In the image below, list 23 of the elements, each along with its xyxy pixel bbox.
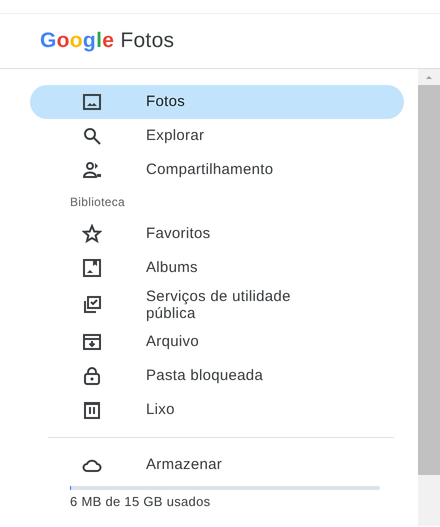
nav-item[interactable]: Lixo	[30, 393, 404, 427]
nav-item[interactable]: Armazenar	[30, 448, 404, 482]
star-icon	[82, 224, 102, 244]
trash-icon	[82, 400, 102, 420]
archive-icon	[82, 332, 102, 352]
album-icon	[82, 258, 102, 278]
nav-item[interactable]: Compartilhamento	[30, 153, 404, 187]
section-heading: Biblioteca	[70, 194, 126, 211]
checked-stack-icon	[82, 295, 102, 315]
app-logo: Google Fotos	[40, 28, 174, 54]
nav-item[interactable]: Serviços de utilidade pública	[30, 285, 404, 325]
people-icon	[82, 160, 102, 180]
nav-item[interactable]: Arquivo	[30, 325, 404, 359]
scroll-up-arrow-icon[interactable]	[424, 73, 434, 81]
storage-usage: 6 MB de 15 GB usados	[70, 494, 212, 510]
nav-item[interactable]: Fotos	[30, 85, 404, 119]
nav-item[interactable]: Explorar	[30, 119, 404, 153]
nav-item[interactable]: Favoritos	[30, 217, 404, 251]
padlock-icon	[82, 366, 102, 386]
nav-item[interactable]: Pasta bloqueada	[30, 359, 404, 393]
search-icon	[82, 126, 102, 146]
photo-icon	[82, 92, 102, 112]
nav-item[interactable]: Albums	[30, 251, 404, 285]
